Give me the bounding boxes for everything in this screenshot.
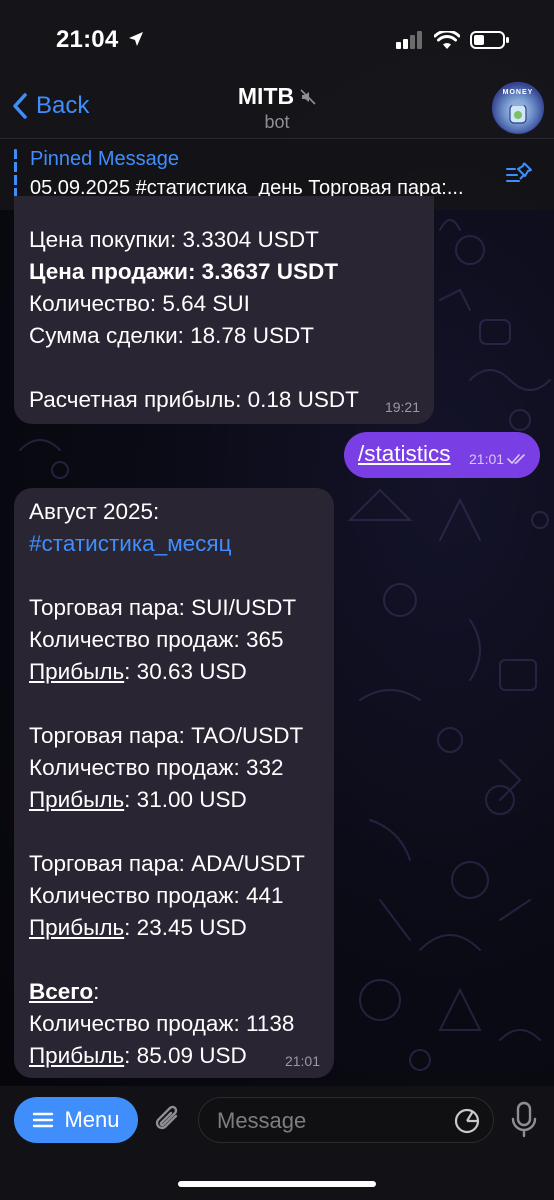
chat-title: MITB [238, 83, 316, 110]
message-line: Август 2025: [29, 499, 160, 524]
status-time: 21:04 [56, 26, 145, 54]
cellular-signal-icon [396, 31, 422, 49]
status-bar: 21:04 [0, 0, 554, 80]
profit-value: : 30.63 USD [124, 659, 247, 684]
pair-line: Торговая пара: SUI/USDT [29, 595, 297, 620]
muted-icon [300, 88, 316, 105]
profit-label: Прибыль [29, 659, 125, 684]
message-line: Цена продажи: 3.3637 USDT [29, 259, 339, 284]
total-heading: Всего: [29, 976, 334, 1008]
status-icons [396, 30, 510, 50]
pinned-indicator [14, 149, 17, 201]
profit-line: Прибыль: 31.00 USD [29, 784, 334, 816]
total-label: Всего [29, 979, 94, 1004]
profit-value: : 85.09 USD [124, 1043, 247, 1068]
message-line: Цена покупки: 3.3304 USDT [29, 227, 319, 252]
outgoing-message-bubble[interactable]: /statistics 21:01 [344, 432, 540, 478]
message-time-status: 21:01 [469, 452, 527, 466]
wifi-icon [434, 30, 460, 49]
double-check-icon [507, 454, 525, 464]
message-line: Расчетная прибыль: 0.18 USDT [29, 387, 359, 412]
message-placeholder: Message [217, 1108, 307, 1133]
profit-value: : 23.45 USD [124, 915, 247, 940]
incoming-message-bubble[interactable]: Август 2025: #статистика_месяц Торговая … [14, 488, 334, 1078]
profit-line: Прибыль: 30.63 USD [29, 656, 334, 688]
total-sales-line: Количество продаж: 1138 [29, 1011, 295, 1036]
sales-line: Количество продаж: 365 [29, 627, 284, 652]
avatar-logo-text: MONEY [502, 89, 534, 96]
chat-subtitle: bot [264, 112, 290, 132]
sticker-icon[interactable] [453, 1107, 481, 1135]
bot-avatar[interactable]: MONEY [492, 82, 544, 134]
bot-menu-button[interactable]: Menu [14, 1097, 138, 1143]
message-time: 21:01 [469, 451, 505, 467]
location-arrow-icon [129, 32, 144, 46]
message-time: 19:21 [384, 399, 420, 415]
money-jar-icon [509, 102, 527, 124]
profit-label: Прибыль [29, 787, 125, 812]
sales-line: Количество продаж: 441 [29, 883, 284, 908]
message-input[interactable]: Message [198, 1097, 494, 1143]
pinned-title: Pinned Message [30, 148, 179, 170]
message-line: Сумма сделки: 18.78 USDT [29, 323, 314, 348]
profit-label: Прибыль [29, 1043, 125, 1068]
pair-line: Торговая пара: TAO/USDT [29, 723, 304, 748]
battery-icon [470, 31, 509, 49]
hamburger-icon [33, 1112, 54, 1128]
pair-line: Торговая пара: ADA/USDT [29, 851, 305, 876]
profit-line: Прибыль: 23.45 USD [29, 912, 334, 944]
sales-line: Количество продаж: 332 [29, 755, 284, 780]
pinned-list-icon[interactable] [504, 161, 534, 187]
paperclip-icon[interactable] [150, 1102, 186, 1138]
menu-label: Menu [64, 1107, 120, 1132]
hashtag-link[interactable]: #статистика_месяц [29, 528, 334, 560]
message-time: 21:01 [284, 1053, 320, 1069]
home-indicator [178, 1181, 376, 1187]
profit-label: Прибыль [29, 915, 125, 940]
microphone-icon[interactable] [508, 1100, 540, 1140]
total-colon: : [93, 979, 100, 1004]
incoming-message-bubble[interactable]: Цена покупки: 3.3304 USDT Цена продажи: … [14, 196, 434, 424]
bot-command-link[interactable]: /statistics [358, 440, 451, 468]
chat-title-area[interactable]: MITB bot [0, 83, 554, 133]
profit-value: : 31.00 USD [124, 787, 247, 812]
message-line: Количество: 5.64 SUI [29, 291, 250, 316]
